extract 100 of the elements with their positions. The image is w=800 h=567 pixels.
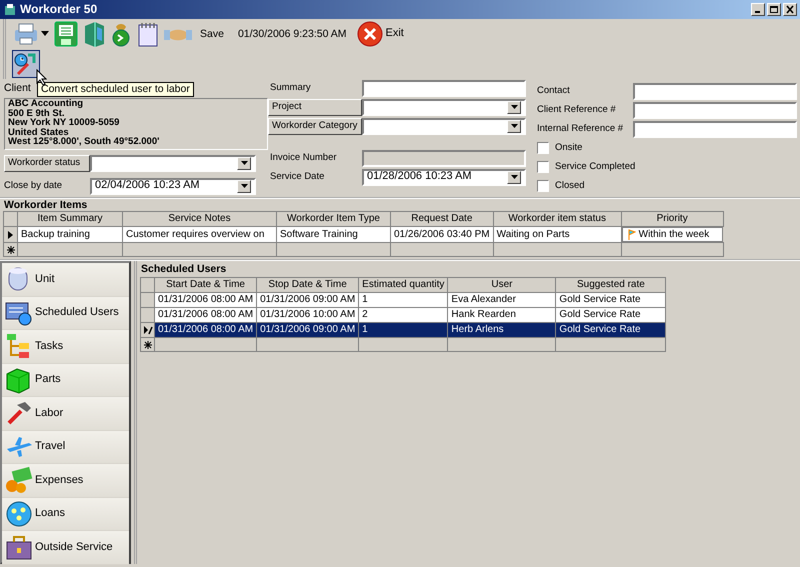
- address-line: New York NY 10009-5059: [8, 118, 120, 128]
- table-cell: Waiting on Parts: [493, 226, 622, 242]
- column-header[interactable]: Stop Date & Time: [256, 278, 359, 292]
- sidebar-item[interactable]: Labor: [2, 397, 129, 430]
- date-dropdown[interactable]: 01/28/2006 10:23 AM: [362, 168, 526, 186]
- checkbox[interactable]: [537, 161, 549, 173]
- printer-icon: [12, 21, 50, 47]
- text-field[interactable]: [362, 80, 526, 96]
- close-icon: [785, 5, 795, 14]
- workorder-status-button[interactable]: Workorder status: [4, 154, 90, 172]
- close-icon: [356, 21, 383, 47]
- workorder-status-dropdown[interactable]: [90, 154, 256, 172]
- table-cell: 01/31/2006 08:00 AM: [154, 322, 257, 338]
- text-field[interactable]: [633, 102, 797, 118]
- new-row-icon: [144, 340, 152, 348]
- book-button[interactable]: [82, 21, 106, 47]
- maximize-button[interactable]: [767, 3, 781, 16]
- field-label: Client Reference #: [537, 104, 617, 116]
- notepad-button[interactable]: [136, 21, 160, 47]
- checkbox-label: Service Completed: [555, 161, 636, 173]
- table-cell: Herb Arlens: [448, 322, 556, 338]
- exit-button[interactable]: Exit: [356, 21, 404, 47]
- checkbox-label: Onsite: [555, 142, 582, 154]
- table-cell: Customer requires overview on: [122, 226, 276, 242]
- table-cell: 01/31/2006 09:00 AM: [256, 292, 359, 308]
- table-cell: 01/26/2006 03:40 PM: [390, 226, 494, 242]
- app-icon: [3, 2, 17, 16]
- table-cell: 01/31/2006 09:00 AM: [256, 322, 359, 338]
- money-bag-button[interactable]: [110, 21, 132, 47]
- date-dropdown[interactable]: 02/04/2006 10:23 AM: [90, 178, 256, 194]
- row-pointer-icon: [6, 230, 16, 240]
- alarm-clock-icon: [14, 52, 38, 76]
- address-line: United States: [8, 128, 69, 137]
- column-header[interactable]: Service Notes: [122, 212, 276, 226]
- column-header[interactable]: Suggested rate: [556, 278, 666, 292]
- field-label: Contact: [537, 85, 571, 97]
- convert-button[interactable]: [12, 50, 40, 78]
- column-header[interactable]: Priority: [621, 212, 724, 226]
- table-row[interactable]: 01/31/2006 08:00 AM 01/31/2006 09:00 AM 1 Eva Alexander Gold Service Rate: [140, 292, 666, 308]
- close-button[interactable]: [783, 3, 797, 16]
- dropdown-field[interactable]: [362, 98, 526, 116]
- table-cell: Gold Service Rate: [556, 308, 666, 322]
- window-title: Workorder 50: [20, 2, 98, 17]
- table-row[interactable]: 01/31/2006 08:00 AM 01/31/2006 09:00 AM 1 Herb Arlens Gold Service Rate: [140, 322, 666, 338]
- text-field[interactable]: [633, 120, 797, 138]
- sidebar-item[interactable]: Tasks: [2, 330, 129, 364]
- close-by-date-label: Close by date: [4, 180, 64, 192]
- table-cell: 01/31/2006 10:00 AM: [256, 308, 359, 322]
- table-cell: Hank Rearden: [448, 308, 556, 322]
- flag-icon: [626, 229, 636, 240]
- field-button[interactable]: Workorder Category: [268, 118, 362, 134]
- column-header[interactable]: Estimated quantity: [358, 278, 448, 292]
- timestamp-label: 01/30/2006 9:23:50 AM: [238, 28, 347, 40]
- checkbox[interactable]: [537, 142, 549, 154]
- sidebar-item[interactable]: Unit: [2, 263, 129, 296]
- sidebar-item[interactable]: Expenses: [2, 464, 129, 498]
- priority-text: Within the week: [638, 228, 710, 240]
- sidebar-item[interactable]: Outside Service: [2, 531, 129, 564]
- table-cell: 01/31/2006 08:00 AM: [154, 292, 257, 308]
- table-cell: 1: [358, 292, 448, 308]
- tooltip: Convert scheduled user to labor: [37, 82, 194, 97]
- field-button[interactable]: Project: [268, 98, 362, 116]
- film-reel-icon: [5, 500, 33, 528]
- table-cell: Eva Alexander: [448, 292, 556, 308]
- briefcase-icon: [5, 533, 33, 562]
- printer-button[interactable]: [12, 21, 50, 47]
- client-label: Client: [4, 82, 31, 95]
- field-label: Internal Reference #: [537, 123, 624, 135]
- field-label: Service Date: [269, 171, 326, 183]
- table-row[interactable]: Backup training Customer requires overview on Software Training 01/26/2006 03:40 PM Waiting on Parts Within the week: [4, 226, 724, 242]
- notepad-icon: [136, 21, 160, 47]
- column-header[interactable]: Workorder Item Type: [276, 212, 390, 226]
- checkbox-label: Closed: [555, 180, 585, 192]
- sidebar-item[interactable]: Scheduled Users: [2, 296, 129, 330]
- money-coins-icon: [5, 466, 33, 494]
- floppy-disk-button[interactable]: [54, 21, 78, 47]
- column-header[interactable]: Request Date: [390, 212, 494, 226]
- table-cell: 1: [358, 322, 448, 338]
- minimize-button[interactable]: [751, 3, 765, 16]
- address-line: 500 E 9th St.: [8, 108, 64, 118]
- field-label: Invoice Number: [269, 152, 338, 164]
- column-header[interactable]: Workorder item status: [493, 212, 622, 226]
- sidebar-item[interactable]: Parts: [2, 364, 129, 397]
- table-row[interactable]: 01/31/2006 08:00 AM 01/31/2006 10:00 AM 2 Hank Rearden Gold Service Rate: [140, 308, 666, 322]
- dropdown-field[interactable]: [362, 118, 526, 134]
- table-cell: 2: [358, 308, 448, 322]
- column-header[interactable]: User: [448, 278, 556, 292]
- book-icon: [82, 21, 106, 47]
- address-line: ABC Accounting: [8, 99, 84, 108]
- text-field[interactable]: [633, 82, 797, 100]
- sidebar-item[interactable]: Travel: [2, 430, 129, 464]
- money-bag-icon: [110, 21, 132, 47]
- column-header[interactable]: Start Date & Time: [154, 278, 257, 292]
- checkbox[interactable]: [537, 180, 549, 192]
- new-row-icon: [6, 246, 14, 254]
- sidebar-item[interactable]: Loans: [2, 498, 129, 531]
- column-header[interactable]: Item Summary: [18, 212, 122, 226]
- table-cell: 01/31/2006 08:00 AM: [154, 308, 257, 322]
- section-header: Scheduled Users: [140, 263, 228, 277]
- table-cell: Gold Service Rate: [556, 292, 666, 308]
